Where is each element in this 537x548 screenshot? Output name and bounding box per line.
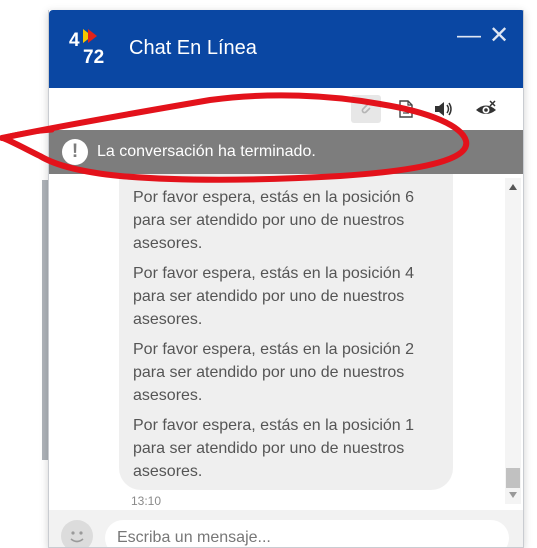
- message-bubble: Por favor espera, estás en la posición 6…: [119, 174, 453, 490]
- message-scrollbar[interactable]: [505, 178, 521, 504]
- chat-toolbar: [49, 88, 523, 130]
- logo-text-72: 72: [83, 47, 104, 66]
- logo-arrow-red: [88, 29, 97, 43]
- banner-text: La conversación ha terminado.: [97, 143, 316, 160]
- close-button[interactable]: ✕: [489, 24, 509, 48]
- emoji-icon: [70, 531, 84, 543]
- attach-icon: [361, 103, 371, 114]
- alert-icon: !: [62, 139, 88, 165]
- document-icon: [399, 100, 413, 118]
- chat-header: 4 72 Chat En Línea — ✕: [49, 10, 523, 88]
- visibility-icon: [476, 100, 496, 114]
- message-timestamp: 13:10: [131, 494, 162, 508]
- message-composer: [49, 510, 523, 547]
- minimize-button[interactable]: —: [457, 24, 481, 48]
- emoji-button[interactable]: [61, 520, 93, 547]
- transcript-button[interactable]: [391, 95, 421, 123]
- page: 4 72 Chat En Línea — ✕ ! La conversación…: [0, 0, 537, 548]
- message-item: Por favor espera, estás en la posición 4…: [133, 265, 415, 328]
- logo-text-4: 4: [69, 30, 80, 51]
- brand-logo: 4 72: [69, 29, 104, 66]
- message-item: Por favor espera, estás en la posición 1…: [133, 417, 415, 480]
- chat-title: Chat En Línea: [129, 37, 257, 59]
- conversation-ended-banner: ! La conversación ha terminado.: [49, 130, 523, 174]
- scroll-up-icon[interactable]: [509, 184, 517, 190]
- sound-icon: [435, 102, 452, 116]
- attach-button[interactable]: [351, 95, 381, 123]
- scroll-down-icon[interactable]: [509, 492, 517, 498]
- message-input[interactable]: [105, 520, 509, 547]
- message-list[interactable]: Por favor espera, estás en la posición 6…: [49, 174, 523, 510]
- sound-button[interactable]: [429, 95, 459, 123]
- scrollbar-thumb[interactable]: [506, 468, 520, 488]
- chat-widget: 4 72 Chat En Línea — ✕ ! La conversación…: [48, 10, 524, 548]
- message-item: Por favor espera, estás en la posición 6…: [133, 189, 415, 252]
- message-item: Por favor espera, estás en la posición 2…: [133, 341, 415, 404]
- visibility-button[interactable]: [471, 95, 501, 123]
